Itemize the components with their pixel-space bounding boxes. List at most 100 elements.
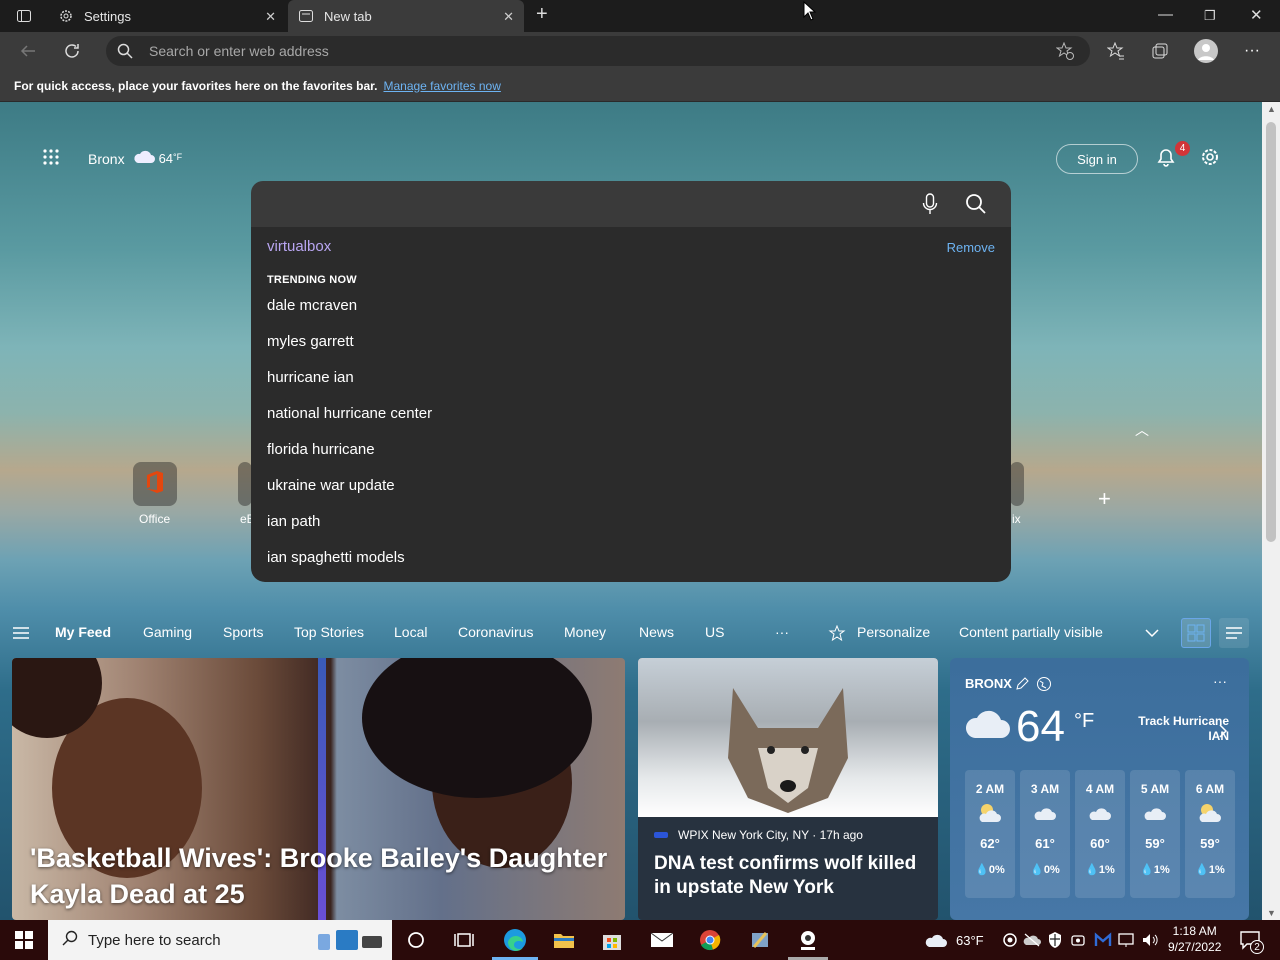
weather-widget[interactable]: BRONX ··· 64 °F Track Hurricane IAN 2 AM… [950, 658, 1249, 920]
security-shield-icon[interactable] [1043, 928, 1067, 952]
manage-favorites-link[interactable]: Manage favorites now [383, 79, 500, 93]
collections-icon[interactable] [1150, 41, 1170, 61]
notification-badge: 4 [1175, 141, 1190, 156]
suggestion-item[interactable]: ian path [267, 513, 320, 530]
weather-more-icon[interactable]: ··· [1213, 673, 1227, 689]
chrome-icon[interactable] [698, 928, 722, 952]
favorites-icon[interactable] [1106, 41, 1126, 61]
store-icon[interactable] [600, 928, 624, 952]
chevron-right-icon[interactable] [1219, 724, 1228, 743]
taskbar-temp[interactable]: 63°F [956, 933, 984, 948]
search-icon[interactable] [965, 193, 987, 220]
restore-button[interactable]: ❐ [1204, 8, 1216, 24]
notifications-bell-icon[interactable] [1155, 146, 1177, 173]
tab-settings[interactable]: Settings ✕ [46, 0, 286, 32]
tab-new-tab[interactable]: New tab ✕ [288, 0, 524, 32]
tab-us[interactable]: US [705, 624, 724, 640]
file-explorer-icon[interactable] [552, 928, 576, 952]
quicklink-partial[interactable] [238, 462, 252, 506]
tab-sports[interactable]: Sports [223, 624, 263, 640]
app-launcher-icon[interactable] [42, 148, 60, 169]
suggestion-item[interactable]: ian spaghetti models [267, 549, 405, 566]
quicklink-partial[interactable] [1010, 462, 1024, 506]
close-tab-icon[interactable]: ✕ [503, 9, 514, 25]
card-headline[interactable]: DNA test confirms wolf killed in upstate… [654, 852, 929, 900]
suggestion-item[interactable]: myles garrett [267, 333, 354, 350]
mail-icon[interactable] [650, 928, 674, 952]
add-favorite-icon[interactable] [1055, 41, 1074, 65]
scrollbar-thumb[interactable] [1266, 122, 1276, 542]
page-scrollbar[interactable]: ▲ ▼ [1262, 102, 1280, 920]
scroll-up-icon[interactable]: ▲ [1267, 104, 1276, 114]
new-tab-button[interactable]: + [536, 3, 548, 26]
suggestion-item[interactable]: hurricane ian [267, 369, 354, 386]
task-view-icon[interactable] [452, 928, 476, 952]
volume-icon[interactable] [1138, 928, 1162, 952]
tab-gaming[interactable]: Gaming [143, 624, 192, 640]
close-window-button[interactable]: ✕ [1250, 6, 1263, 24]
tray-icon[interactable] [998, 928, 1022, 952]
tab-local[interactable]: Local [394, 624, 427, 640]
edit-location-icon[interactable] [1015, 677, 1029, 696]
taskbar-search[interactable]: Type here to search [48, 920, 392, 960]
scroll-down-icon[interactable]: ▼ [1267, 908, 1276, 918]
add-quicklink-icon[interactable]: + [1098, 486, 1111, 512]
tab-news[interactable]: News [639, 624, 674, 640]
personalize-button[interactable]: Personalize [857, 624, 930, 640]
back-icon[interactable] [18, 41, 38, 61]
tab-my-feed[interactable]: My Feed [55, 624, 111, 640]
grid-view-icon[interactable] [1181, 618, 1211, 648]
address-bar[interactable]: Search or enter web address [106, 36, 1090, 66]
more-tabs-button[interactable]: ··· [775, 624, 789, 640]
minimize-button[interactable]: — [1158, 6, 1173, 23]
precip-value: 0% [1043, 864, 1060, 876]
hourly-forecast[interactable]: 6 AM 59° 💧1% [1185, 770, 1235, 898]
hourly-forecast[interactable]: 5 AM 59° 💧1% [1130, 770, 1180, 898]
collapse-chevron-icon[interactable]: ︿ [1135, 420, 1149, 440]
hourly-forecast[interactable]: 3 AM 61° 💧0% [1020, 770, 1070, 898]
recent-search[interactable]: virtualbox [267, 238, 331, 255]
tab-money[interactable]: Money [564, 624, 606, 640]
edge-browser-icon[interactable] [502, 928, 528, 952]
tab-top-stories[interactable]: Top Stories [294, 624, 364, 640]
suggestion-item[interactable]: dale mcraven [267, 297, 357, 314]
malwarebytes-icon[interactable] [1091, 928, 1115, 952]
location-label[interactable]: Bronx [88, 151, 125, 167]
quicklink-office[interactable] [133, 462, 177, 506]
news-card-wolf[interactable]: WPIX New York City, NY · 17h ago DNA tes… [638, 658, 938, 920]
list-view-icon[interactable] [1219, 618, 1249, 648]
suggestion-item[interactable]: ukraine war update [267, 477, 395, 494]
search-input[interactable] [251, 181, 1011, 227]
hamburger-menu-icon[interactable] [12, 626, 30, 643]
suggestion-item[interactable]: florida hurricane [267, 441, 375, 458]
suggestion-item[interactable]: national hurricane center [267, 405, 432, 422]
hourly-forecast[interactable]: 2 AM 62° 💧0% [965, 770, 1015, 898]
chevron-down-icon[interactable] [1145, 625, 1159, 641]
news-card-main[interactable]: 'Basketball Wives': Brooke Bailey's Daug… [12, 658, 625, 920]
hourly-forecast[interactable]: 4 AM 60° 💧1% [1075, 770, 1125, 898]
page-settings-icon[interactable] [1199, 146, 1221, 173]
profile-avatar[interactable] [1194, 39, 1218, 63]
track-hurricane-link[interactable]: Track Hurricane IAN [1119, 714, 1229, 744]
cortana-icon[interactable] [404, 928, 428, 952]
onedrive-icon[interactable] [1020, 928, 1044, 952]
app-icon[interactable] [748, 928, 772, 952]
windows-start-icon[interactable] [12, 928, 36, 952]
close-tab-icon[interactable]: ✕ [265, 9, 276, 25]
refresh-icon[interactable] [62, 41, 82, 61]
search-icon [117, 43, 133, 64]
sign-in-button[interactable]: Sign in [1056, 144, 1138, 174]
card-headline[interactable]: 'Basketball Wives': Brooke Bailey's Daug… [30, 840, 610, 912]
tab-coronavirus[interactable]: Coronavirus [458, 624, 533, 640]
visibility-select[interactable]: Content partially visible [959, 624, 1103, 640]
network-icon[interactable] [1114, 928, 1138, 952]
webcam-app-icon[interactable] [796, 928, 820, 952]
more-options-icon[interactable]: ··· [1242, 41, 1262, 61]
tab-actions-icon[interactable] [14, 6, 34, 26]
remove-recent-link[interactable]: Remove [947, 240, 995, 255]
quicklink-label: ix [1012, 512, 1021, 526]
taskbar-clock[interactable]: 1:18 AM 9/27/2022 [1168, 923, 1221, 955]
tray-app-icon[interactable] [1066, 928, 1090, 952]
map-icon[interactable] [1036, 676, 1052, 697]
microphone-icon[interactable] [922, 193, 938, 220]
